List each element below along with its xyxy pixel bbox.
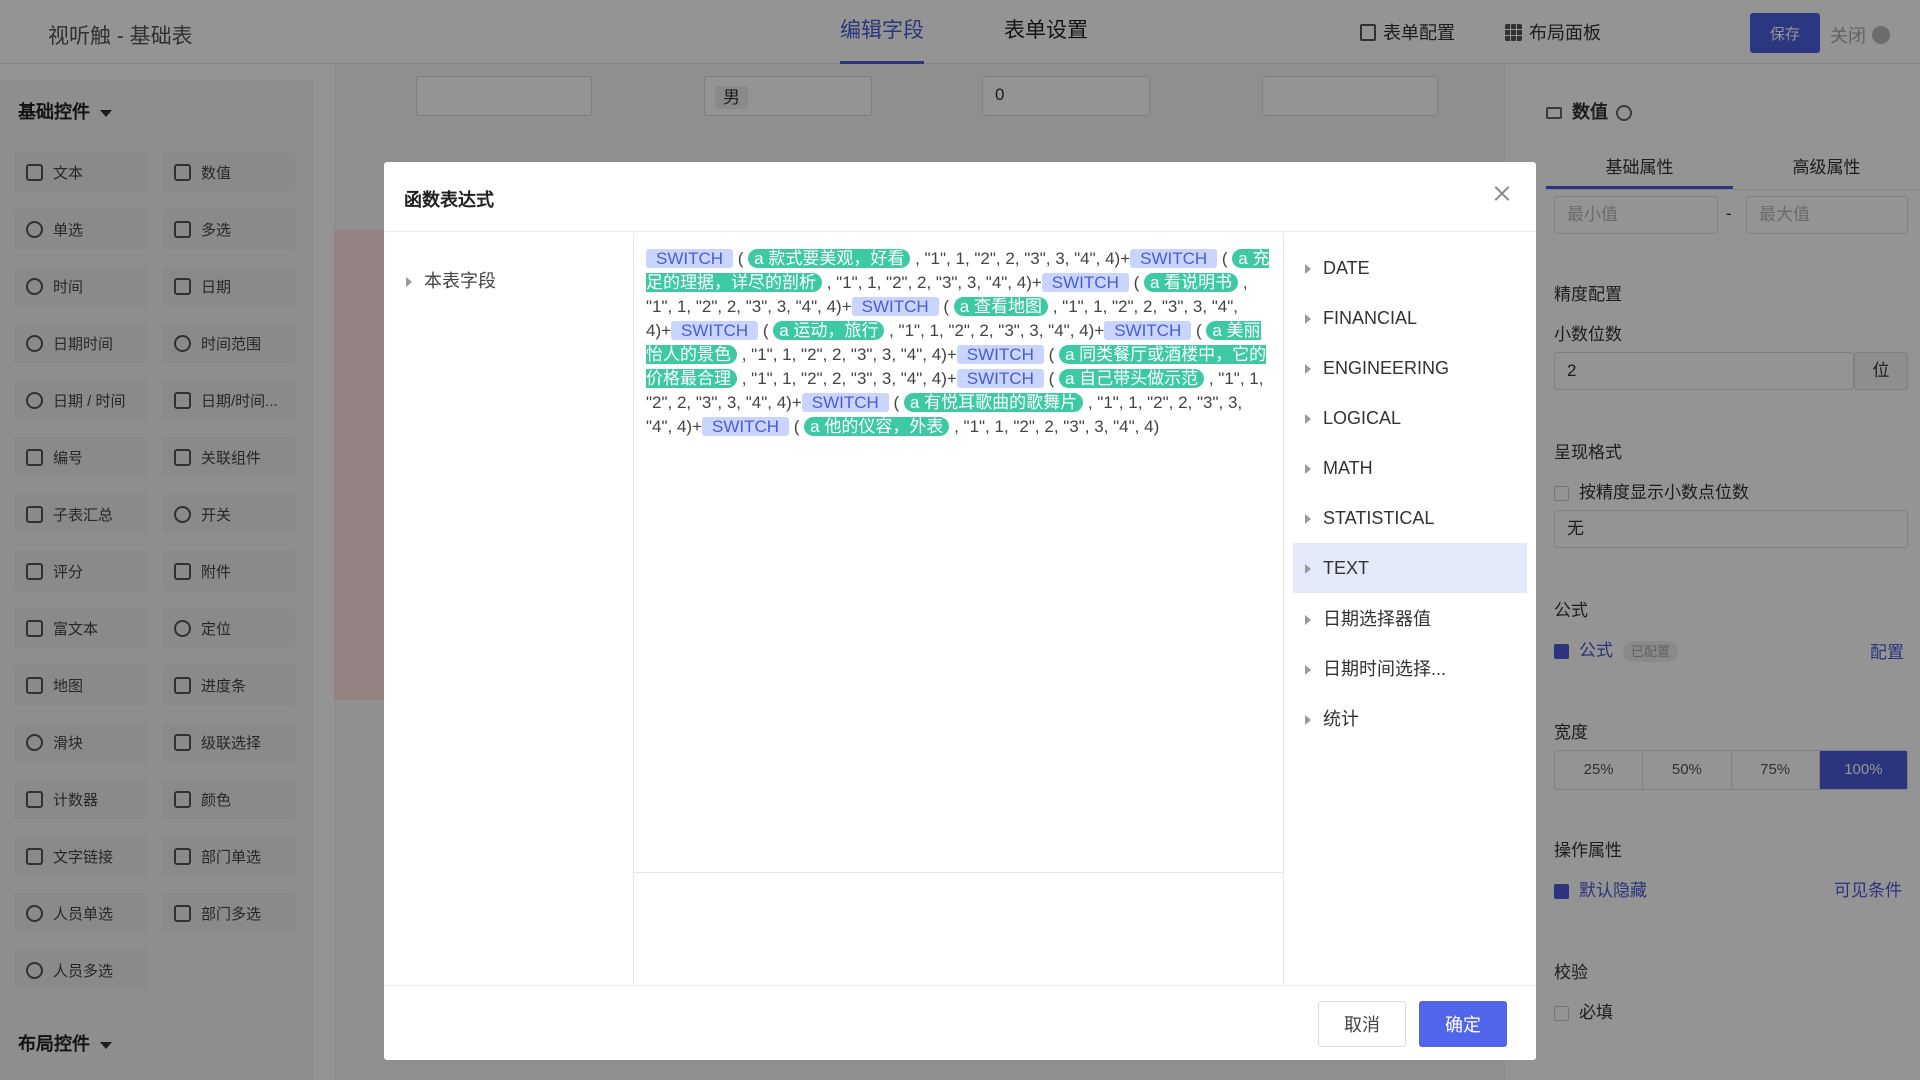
category-engineering[interactable]: ENGINEERING [1293,343,1527,393]
expr-function-token: SWITCH [851,297,939,316]
caret-right-icon [1305,514,1311,525]
field-tree: 本表字段 [384,233,634,985]
confirm-button[interactable]: 确定 [1419,1001,1507,1047]
category-label: STATISTICAL [1323,508,1435,528]
category-logical[interactable]: LOGICAL [1293,393,1527,443]
caret-right-icon [1305,564,1311,575]
category-label: TEXT [1323,558,1370,578]
category-date-picker-value[interactable]: 日期选择器值 [1293,594,1527,644]
close-icon[interactable] [1490,182,1514,206]
caret-right-icon [1305,364,1311,375]
expr-function-token: SWITCH [1041,273,1129,292]
caret-right-icon [1305,665,1311,676]
caret-right-icon [1305,414,1311,425]
expr-field-token: a 款式要美观，好看 [748,249,911,268]
category-math[interactable]: MATH [1293,443,1527,493]
caret-right-icon [406,277,412,288]
function-expression-dialog: 函数表达式 本表字段 SWITCH ( a 款式要美观，好看 , "1", 1,… [384,162,1536,1060]
caret-right-icon [1305,464,1311,475]
category-statistical[interactable]: STATISTICAL [1293,493,1527,543]
category-datetime-picker[interactable]: 日期时间选择... [1293,644,1527,694]
expr-function-token: SWITCH [956,369,1044,388]
caret-right-icon [1305,314,1311,325]
expression-column: SWITCH ( a 款式要美观，好看 , "1", 1, "2", 2, "3… [634,233,1284,985]
caret-right-icon [1305,264,1311,275]
expr-field-token: a 查看地图 [953,297,1048,316]
category-label: 日期时间选择... [1323,659,1447,679]
category-text[interactable]: TEXT [1293,543,1527,593]
expr-function-token: SWITCH [702,417,790,436]
category-label: 日期选择器值 [1323,609,1431,629]
expression-editor[interactable]: SWITCH ( a 款式要美观，好看 , "1", 1, "2", 2, "3… [634,233,1284,873]
dialog-header: 函数表达式 [384,162,1536,232]
cancel-button[interactable]: 取消 [1318,1001,1406,1047]
category-label: DATE [1323,258,1370,278]
category-label: ENGINEERING [1323,358,1450,378]
expr-field-token: a 他的仪容，外表 [804,417,950,436]
expr-function-token: SWITCH [646,249,734,268]
expr-field-token: a 有悦耳歌曲的歌舞片 [903,393,1084,412]
expr-field-token: a 看说明书 [1143,273,1239,292]
category-financial[interactable]: FINANCIAL [1293,293,1527,343]
category-statistics[interactable]: 统计 [1293,694,1527,744]
category-label: 统计 [1323,709,1359,729]
dialog-footer: 取消 确定 [384,985,1536,1060]
category-label: LOGICAL [1323,408,1402,428]
expr-function-token: SWITCH [1104,321,1192,340]
expr-function-token: SWITCH [956,345,1044,364]
expr-function-token: SWITCH [801,393,889,412]
category-label: FINANCIAL [1323,308,1418,328]
expr-field-token: a 运动，旅行 [773,321,885,340]
caret-right-icon [1305,715,1311,726]
expr-function-token: SWITCH [1130,249,1218,268]
function-categories: DATE FINANCIAL ENGINEERING LOGICAL MATH … [1285,233,1536,985]
function-description [634,874,1284,985]
tree-item-label: 本表字段 [424,271,496,291]
expr-field-token: a 自己带头做示范 [1058,369,1205,388]
expr-function-token: SWITCH [671,321,759,340]
category-date[interactable]: DATE [1293,243,1527,293]
caret-right-icon [1305,615,1311,626]
category-label: MATH [1323,458,1373,478]
tree-item-own-fields[interactable]: 本表字段 [406,267,496,293]
dialog-title: 函数表达式 [404,190,494,210]
